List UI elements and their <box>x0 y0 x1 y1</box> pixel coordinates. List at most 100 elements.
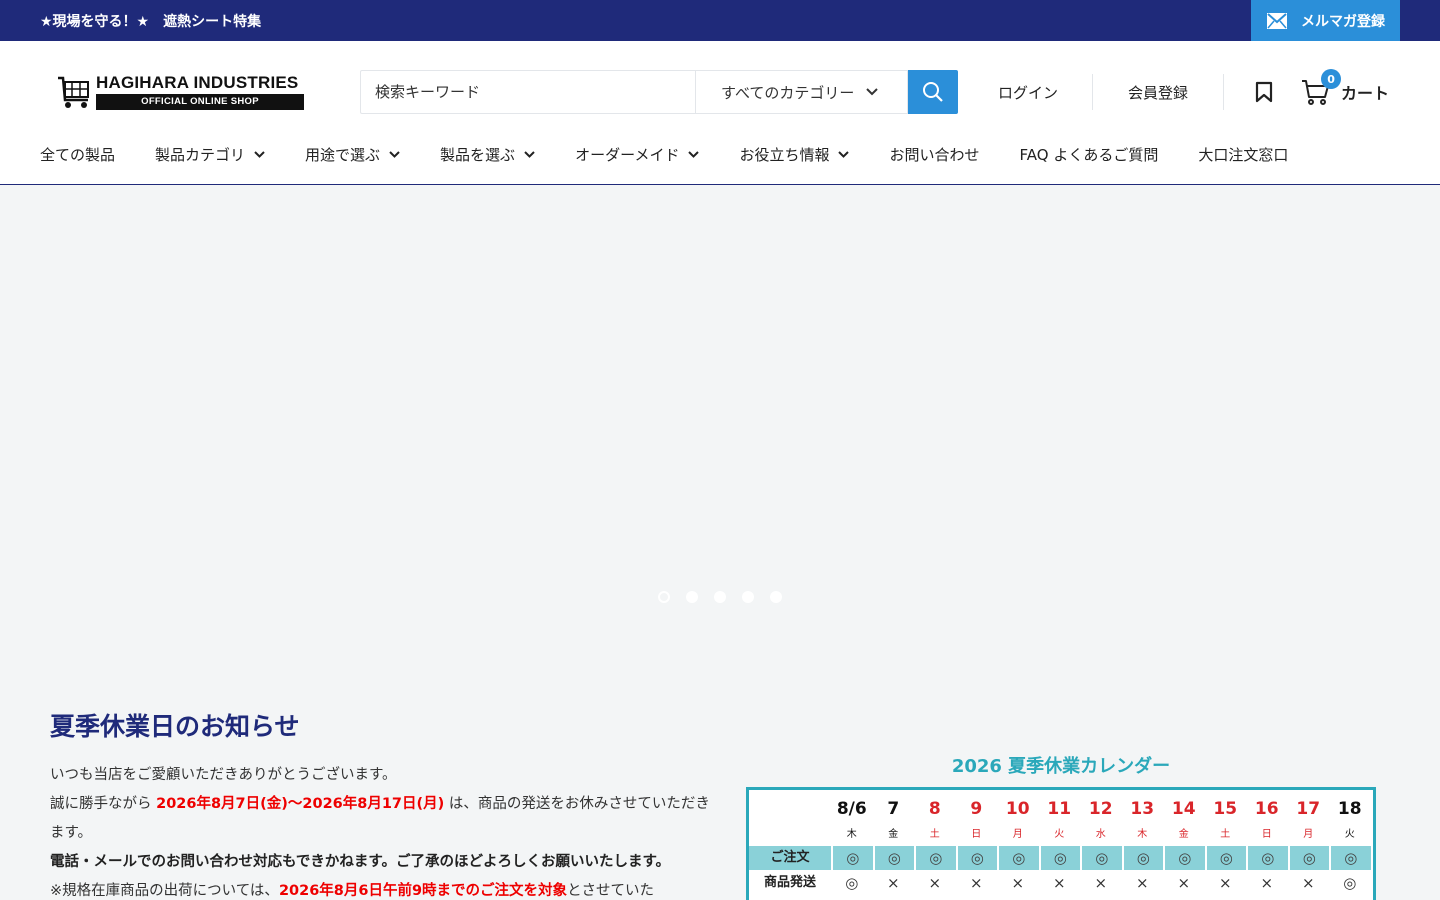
slider-dot[interactable] <box>714 591 726 603</box>
chevron-down-icon <box>866 88 879 96</box>
login-link[interactable]: ログイン <box>998 82 1058 103</box>
nav-item-bulk-order[interactable]: 大口注文窓口 <box>1198 143 1288 165</box>
notice-line: 誠に勝手ながら 2026年8月7日(金)～2026年8月17日(月) は、商品の… <box>50 790 710 848</box>
slider-dot[interactable] <box>770 591 782 603</box>
nav-label: FAQ よくあるご質問 <box>1019 145 1159 164</box>
main-nav: 全ての製品 製品カテゴリ 用途で選ぶ 製品を選ぶ オーダーメイド お役立ち情報 … <box>0 143 1440 185</box>
calendar-ship-row: 商品発送 ◎ × × × × × × × × × × × ◎ <box>749 870 1373 896</box>
slider-pagination <box>658 591 798 603</box>
calendar-weekday: 火 <box>1054 829 1065 840</box>
nav-label: 製品カテゴリ <box>155 145 246 164</box>
calendar-ship-status: × <box>969 874 983 892</box>
cart-logo-icon <box>56 74 92 110</box>
announcement-bar: ★現場を守る！★ 遮熱シート特集 メルマガ登録 <box>0 0 1440 41</box>
calendar-date: 8/6 <box>836 799 867 819</box>
calendar-ship-status: × <box>1011 874 1025 892</box>
calendar-order-status: ◎ <box>1163 846 1205 870</box>
nav-item-faq[interactable]: FAQ よくあるご質問 <box>1020 143 1159 165</box>
calendar-ship-status: × <box>1301 874 1315 892</box>
divider <box>1092 74 1094 110</box>
search-icon <box>923 82 943 102</box>
notice-deadline: 2026年8月6日午前9時までのご注文を対象 <box>278 883 568 899</box>
calendar-weekday: 土 <box>1220 829 1231 840</box>
calendar-date: 15 <box>1213 799 1238 819</box>
logo-brand-text: HAGIHARA INDUSTRIES <box>96 73 299 92</box>
chevron-down-icon <box>838 150 850 158</box>
nav-item-categories[interactable]: 製品カテゴリ <box>155 143 265 165</box>
calendar-date: 10 <box>1005 799 1030 819</box>
calendar-date: 7 <box>887 799 900 819</box>
calendar-order-status: ◎ <box>1329 846 1371 870</box>
calendar-weekday: 月 <box>1012 829 1023 840</box>
nav-item-contact[interactable]: お問い合わせ <box>889 143 979 165</box>
calendar-ship-status: × <box>1260 874 1274 892</box>
calendar-weekday: 水 <box>1095 829 1106 840</box>
calendar-weekday: 金 <box>888 829 899 840</box>
calendar-ship-status: × <box>1177 874 1191 892</box>
search-form: すべてのカテゴリー <box>360 70 958 114</box>
calendar-ship-status: × <box>928 874 942 892</box>
mail-icon <box>1267 12 1287 29</box>
slider-dot[interactable] <box>686 591 698 603</box>
calendar-date: 16 <box>1254 799 1279 819</box>
site-logo[interactable]: HAGIHARA INDUSTRIES OFFICIAL ONLINE SHOP <box>56 73 306 111</box>
search-category-select[interactable]: すべてのカテゴリー <box>695 70 908 114</box>
calendar-weekday: 火 <box>1344 829 1355 840</box>
chevron-down-icon <box>254 150 265 158</box>
nav-item-by-use[interactable]: 用途で選ぶ <box>305 143 400 165</box>
nav-item-custom-order[interactable]: オーダーメイド <box>575 143 700 165</box>
notice-title: 夏季休業日のお知らせ <box>50 712 300 741</box>
nav-item-by-product[interactable]: 製品を選ぶ <box>440 143 535 165</box>
announcement-text[interactable]: ★現場を守る！★ 遮熱シート特集 <box>40 11 261 31</box>
notice-body: いつも当店をご愛顧いただきありがとうございます。 誠に勝手ながら 2026年8月… <box>50 761 710 900</box>
hero-slider[interactable] <box>0 185 1440 685</box>
bookmark-icon <box>1255 81 1273 103</box>
search-input[interactable] <box>360 70 695 114</box>
calendar-date: 18 <box>1337 799 1362 819</box>
nav-item-useful-info[interactable]: お役立ち情報 <box>739 143 850 165</box>
logo-sub-text: OFFICIAL ONLINE SHOP <box>96 94 304 110</box>
calendar-order-status: ◎ <box>1204 846 1246 870</box>
calendar-date: 11 <box>1047 799 1072 819</box>
slider-dot[interactable] <box>742 591 754 603</box>
calendar-weekday: 日 <box>1261 829 1272 840</box>
calendar-order-status: ◎ <box>1038 846 1080 870</box>
slider-dot[interactable] <box>658 591 670 603</box>
chevron-down-icon <box>688 150 700 158</box>
nav-label: お役立ち情報 <box>739 145 830 164</box>
ship-row-label: 商品発送 <box>763 875 816 890</box>
notice-line: いつも当店をご愛顧いただきありがとうございます。 <box>50 767 397 783</box>
calendar-order-status: ◎ <box>914 846 956 870</box>
notice-text: 誠に勝手ながら <box>50 796 157 812</box>
nav-label: オーダーメイド <box>575 145 680 164</box>
calendar-order-status: ◎ <box>1287 846 1329 870</box>
nav-label: 用途で選ぶ <box>305 145 381 164</box>
search-button[interactable] <box>908 70 958 114</box>
calendar-date: 8 <box>928 799 941 819</box>
wishlist-button[interactable] <box>1254 80 1274 104</box>
calendar-ship-status: × <box>1094 874 1108 892</box>
calendar-ship-status: ◎ <box>1343 874 1357 892</box>
site-header: HAGIHARA INDUSTRIES OFFICIAL ONLINE SHOP… <box>0 41 1440 143</box>
holiday-calendar: 2026 夏季休業カレンダー 8/6 7 8 9 10 11 12 13 14 15 16 17 18 … <box>746 753 1376 900</box>
calendar-date: 12 <box>1088 799 1113 819</box>
newsletter-button[interactable]: メルマガ登録 <box>1251 0 1400 41</box>
calendar-weekday: 木 <box>1137 829 1148 840</box>
calendar-dates-row: 8/6 7 8 9 10 11 12 13 14 15 16 17 18 <box>749 794 1373 824</box>
register-link[interactable]: 会員登録 <box>1128 82 1188 103</box>
nav-label: 大口注文窓口 <box>1198 145 1289 164</box>
calendar-order-status: ◎ <box>872 846 914 870</box>
calendar-weekday: 日 <box>971 829 982 840</box>
calendar-ship-status: × <box>1135 874 1149 892</box>
newsletter-label: メルマガ登録 <box>1301 13 1385 30</box>
calendar-weekday: 木 <box>846 829 857 840</box>
calendar-ship-status: × <box>1052 874 1066 892</box>
calendar-ship-status: ◎ <box>845 874 859 892</box>
order-row-label: ご注文 <box>749 846 831 870</box>
nav-label: 製品を選ぶ <box>440 145 516 164</box>
cart-button[interactable]: 0 カート <box>1301 69 1390 105</box>
calendar-order-status: ◎ <box>1121 846 1163 870</box>
notice-line: 電話・メールでのお問い合わせ対応もできかねます。ご了承のほどよろしくお願いいたし… <box>50 854 671 870</box>
nav-item-all-products[interactable]: 全ての製品 <box>40 143 115 165</box>
cart-label: カート <box>1341 84 1390 103</box>
